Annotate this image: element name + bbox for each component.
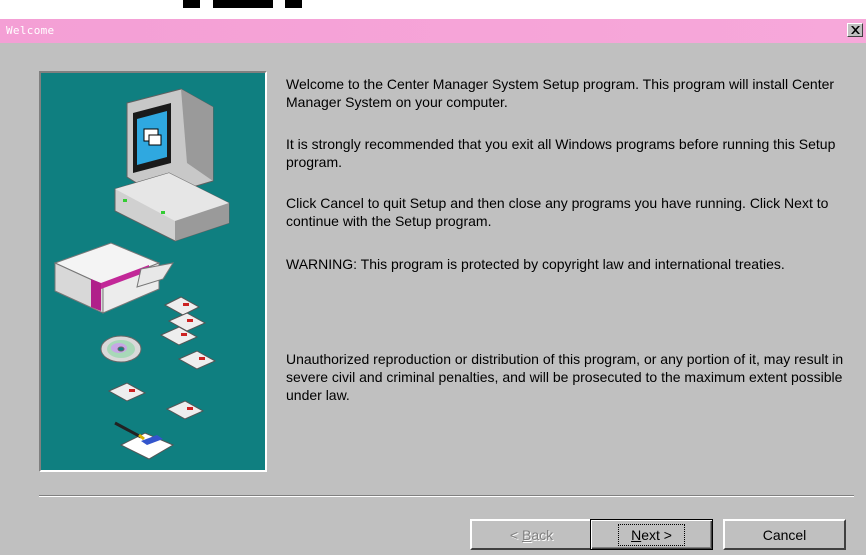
- close-icon: [850, 26, 860, 34]
- cd-disc-icon: [100, 335, 142, 363]
- intro-paragraph: Welcome to the Center Manager System Set…: [286, 76, 835, 110]
- legal-paragraph: Unauthorized reproduction or distributio…: [286, 351, 844, 403]
- warning-paragraph: WARNING: This program is protected by co…: [286, 256, 785, 272]
- background-strip: [0, 0, 866, 19]
- back-button-label: < Back: [509, 526, 554, 543]
- next-button-label: Next >: [618, 523, 685, 546]
- cancel-button-label: Cancel: [762, 526, 807, 543]
- background-fragment: [213, 0, 273, 8]
- close-button[interactable]: [847, 23, 863, 37]
- instructions-paragraph: Click Cancel to quit Setup and then clos…: [286, 195, 829, 229]
- cancel-button[interactable]: Cancel: [723, 519, 846, 550]
- open-box-icon: [53, 242, 175, 314]
- setup-illustration: [39, 71, 267, 472]
- recommendation-paragraph: It is strongly recommended that you exit…: [286, 136, 836, 170]
- background-fragment: [285, 0, 302, 8]
- window-title: Welcome: [6, 24, 55, 37]
- back-button[interactable]: < Back: [470, 519, 593, 550]
- computer-icon: [114, 88, 230, 242]
- next-button[interactable]: Next >: [590, 519, 713, 550]
- background-fragment: [183, 0, 200, 8]
- setup-dialog: Welcome Welcome to the Center Manager Sy…: [0, 19, 866, 555]
- separator: [39, 495, 854, 497]
- license-card-icon: [114, 421, 175, 460]
- title-bar[interactable]: Welcome: [0, 19, 866, 43]
